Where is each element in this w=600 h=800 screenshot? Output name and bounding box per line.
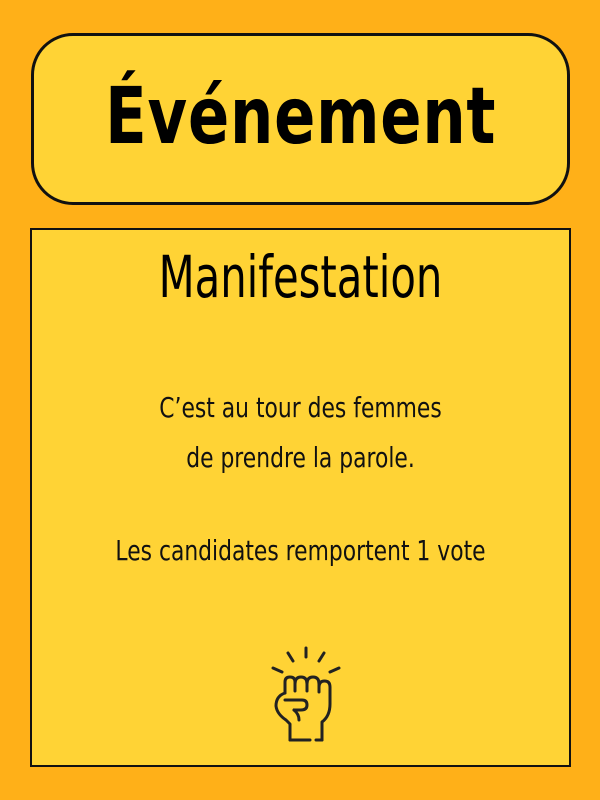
card-body: Manifestation C’est au tour des femmes d… xyxy=(30,228,571,767)
effect-text: Les candidates remportent 1 vote xyxy=(115,534,486,567)
spark-line xyxy=(328,666,341,674)
spark-line xyxy=(271,666,284,674)
card-header: Événement xyxy=(31,33,570,205)
event-name: Manifestation xyxy=(158,243,443,311)
raised-fist-icon xyxy=(271,646,341,742)
card-category-title: Événement xyxy=(104,72,497,162)
description-line-1: C’est au tour des femmes xyxy=(159,391,442,424)
spark-line xyxy=(317,651,326,663)
event-card: Événement Manifestation C’est au tour de… xyxy=(0,0,600,800)
description-line-2: de prendre la parole. xyxy=(186,441,415,474)
spark-line xyxy=(286,651,295,663)
